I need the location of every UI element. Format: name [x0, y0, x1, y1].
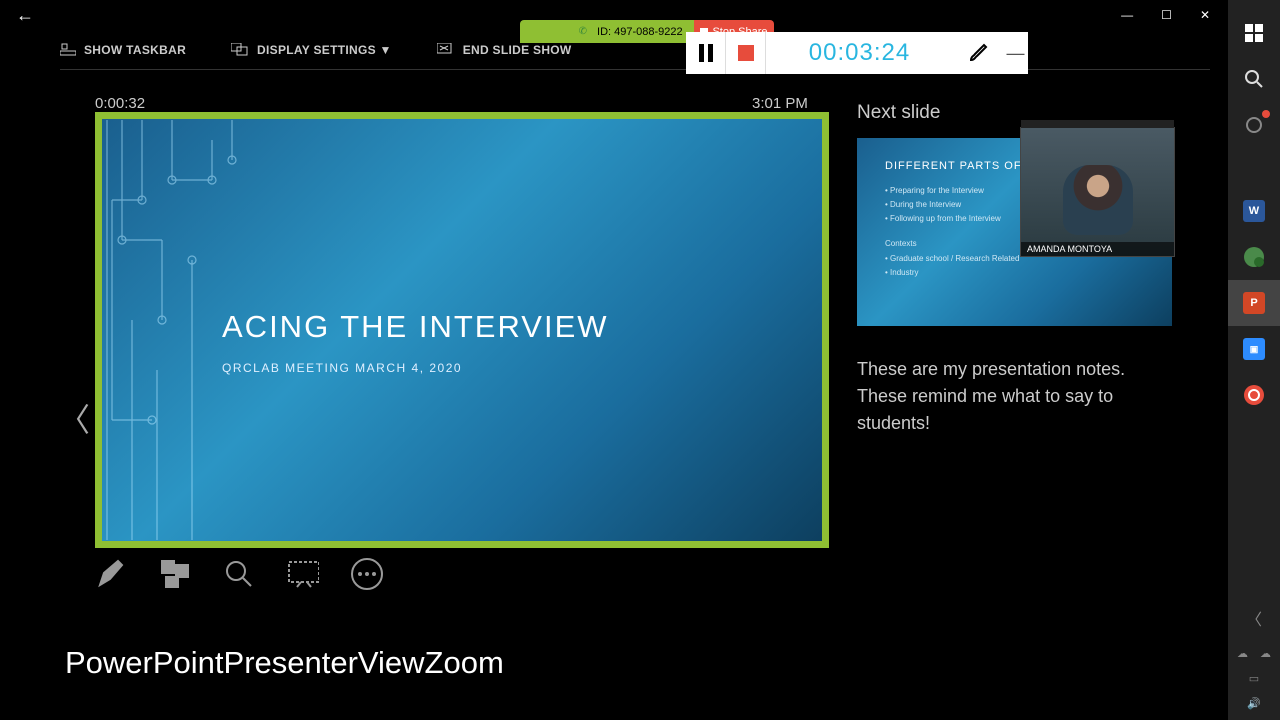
previous-slide-button[interactable]: 〈 [58, 395, 90, 441]
presenter-name: AMANDA MONTOYA [1021, 242, 1174, 256]
magnifier-icon [224, 559, 254, 589]
dot-icon [358, 572, 362, 576]
windows-taskbar: W P ▣ 〈 ☁ ☁ ▭ 🔊 [1228, 0, 1280, 720]
slide-title: ACING THE INTERVIEW [222, 309, 822, 345]
word-icon: W [1243, 200, 1265, 222]
display-settings-label: DISPLAY SETTINGS ▼ [257, 43, 392, 57]
dot-icon [365, 572, 369, 576]
volume-icon[interactable]: 🔊 [1247, 697, 1261, 710]
cortana-button[interactable] [1228, 102, 1280, 148]
show-taskbar-label: SHOW TASKBAR [84, 43, 186, 57]
search-button[interactable] [1228, 56, 1280, 102]
pause-recording-button[interactable] [686, 32, 726, 74]
powerpoint-icon: P [1243, 292, 1265, 314]
zoom-tool-button[interactable] [223, 558, 255, 590]
more-options-button[interactable] [351, 558, 383, 590]
dot-icon [372, 572, 376, 576]
taskbar-icon [60, 43, 76, 57]
window-controls: — ☐ ✕ [1121, 8, 1224, 22]
brush-tool-button[interactable] [953, 41, 1003, 65]
close-button[interactable]: ✕ [1200, 8, 1210, 22]
search-icon [1244, 69, 1264, 89]
current-slide[interactable]: ACING THE INTERVIEW QRCLAB MEETING MARCH… [102, 119, 822, 541]
end-slideshow-label: END SLIDE SHOW [463, 43, 572, 57]
video-caption: PowerPointPresenterViewZoom [65, 645, 504, 681]
stop-recording-button[interactable] [726, 32, 766, 74]
windows-logo-icon [1245, 24, 1263, 42]
webcam-titlebar [1021, 120, 1174, 128]
zoom-app-button[interactable]: ▣ [1228, 326, 1280, 372]
phone-icon: ✆ [579, 26, 587, 37]
app-button[interactable] [1228, 234, 1280, 280]
zoom-icon: ▣ [1243, 338, 1265, 360]
word-app-button[interactable]: W [1228, 188, 1280, 234]
webcam-video: AMANDA MONTOYA [1021, 128, 1174, 256]
circuit-decoration [102, 119, 252, 541]
pen-icon [96, 559, 126, 589]
meeting-id: ID: 497-088-9222 [597, 26, 683, 38]
minimize-button[interactable]: — [1121, 8, 1133, 22]
pause-icon [699, 44, 713, 62]
webcam-window[interactable]: AMANDA MONTOYA [1020, 127, 1175, 257]
end-show-icon [437, 43, 455, 57]
cortana-icon [1246, 117, 1262, 133]
presenter-notes: These are my presentation notes. These r… [857, 356, 1172, 437]
app-icon [1243, 246, 1265, 268]
grid-icon [160, 559, 190, 589]
powerpoint-app-button[interactable]: P [1228, 280, 1280, 326]
recorder-app-button[interactable] [1228, 372, 1280, 418]
maximize-button[interactable]: ☐ [1161, 8, 1172, 22]
display-icon [231, 43, 249, 57]
pen-tool-button[interactable] [95, 558, 127, 590]
context-bullets: Graduate school / Research Related Indus… [885, 254, 1144, 277]
start-button[interactable] [1228, 10, 1280, 56]
show-taskbar-button[interactable]: SHOW TASKBAR [60, 43, 186, 57]
end-slideshow-button[interactable]: END SLIDE SHOW [437, 43, 572, 57]
back-arrow-icon[interactable]: ← [16, 5, 34, 26]
screen-icon [287, 560, 319, 588]
black-screen-button[interactable] [287, 558, 319, 590]
record-stop-icon [738, 45, 754, 61]
tray-icon[interactable]: ☁ [1237, 647, 1248, 660]
expand-tray-button[interactable]: 〈 [1228, 606, 1280, 630]
recording-time: 00:03:24 [766, 39, 953, 67]
current-slide-frame: ACING THE INTERVIEW QRCLAB MEETING MARCH… [95, 112, 829, 548]
elapsed-time: 0:00:32 [95, 95, 145, 112]
brush-icon [966, 41, 990, 65]
slide-subtitle: QRCLAB MEETING MARCH 4, 2020 [222, 361, 822, 375]
list-item: Industry [885, 268, 1144, 277]
battery-icon[interactable]: ▭ [1249, 672, 1259, 685]
display-settings-button[interactable]: DISPLAY SETTINGS ▼ [231, 43, 392, 57]
current-time: 3:01 PM [752, 95, 808, 112]
system-tray: ☁ ☁ ▭ 🔊 [1228, 647, 1280, 710]
minimize-recorder[interactable]: — [1003, 43, 1028, 64]
tray-icon[interactable]: ☁ [1260, 647, 1271, 660]
presenter-video-placeholder [1063, 165, 1133, 235]
recorder-panel: 00:03:24 — [686, 32, 1028, 74]
recorder-icon [1244, 385, 1264, 405]
see-all-slides-button[interactable] [159, 558, 191, 590]
slide-tools [95, 558, 383, 590]
